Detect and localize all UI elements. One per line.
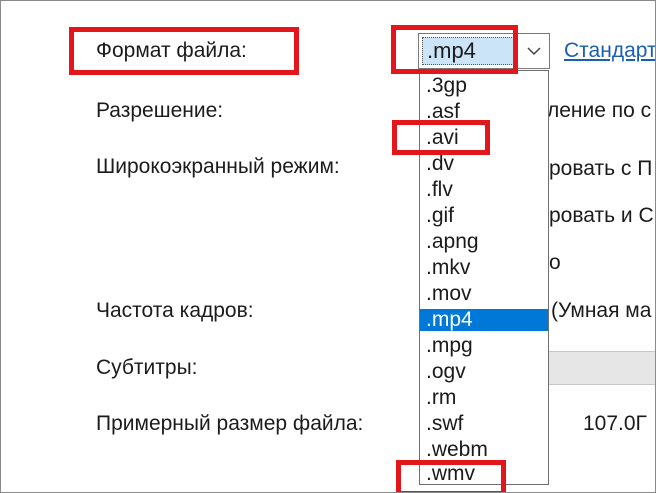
- highlight-format-label: [69, 27, 299, 75]
- subtitles-label: Субтитры:: [96, 356, 198, 379]
- chevron-down-icon[interactable]: [525, 40, 543, 62]
- framerate-label: Частота кадров:: [96, 299, 254, 322]
- format-option[interactable]: .3gp: [420, 75, 548, 97]
- widescreen-option-3[interactable]: о: [549, 251, 561, 275]
- format-option[interactable]: .mov: [420, 283, 548, 305]
- highlight-wmv-option: [396, 460, 506, 492]
- format-option[interactable]: .ogv: [420, 361, 548, 383]
- framerate-value[interactable]: (Умная ма: [551, 299, 651, 323]
- format-option[interactable]: .mpg: [420, 335, 548, 357]
- format-option[interactable]: .webm: [420, 439, 548, 461]
- format-option[interactable]: .apng: [420, 231, 548, 253]
- resolution-value[interactable]: ление по с: [547, 99, 651, 123]
- format-option-selected[interactable]: .mp4: [420, 309, 548, 331]
- standard-link[interactable]: Стандарт: [564, 39, 655, 63]
- settings-panel: Формат файла: Разрешение: Широкоэкранный…: [0, 0, 656, 493]
- resolution-label: Разрешение:: [96, 99, 224, 122]
- est-size-value: 107.0Г: [583, 412, 647, 435]
- widescreen-option-2[interactable]: ровать и С: [549, 204, 654, 228]
- est-size-label: Примерный размер файла:: [96, 412, 364, 435]
- widescreen-option-1[interactable]: ровать с П: [549, 157, 652, 181]
- format-option[interactable]: .flv: [420, 179, 548, 201]
- format-option[interactable]: .rm: [420, 387, 548, 409]
- highlight-format-select: [391, 25, 518, 74]
- subtitles-select[interactable]: [549, 351, 655, 385]
- format-option[interactable]: .gif: [420, 205, 548, 227]
- format-option[interactable]: .mkv: [420, 257, 548, 279]
- widescreen-label: Широкоэкранный режим:: [96, 155, 340, 178]
- highlight-avi-option: [392, 120, 490, 155]
- format-option[interactable]: .dv: [420, 153, 548, 175]
- format-option[interactable]: .swf: [420, 413, 548, 435]
